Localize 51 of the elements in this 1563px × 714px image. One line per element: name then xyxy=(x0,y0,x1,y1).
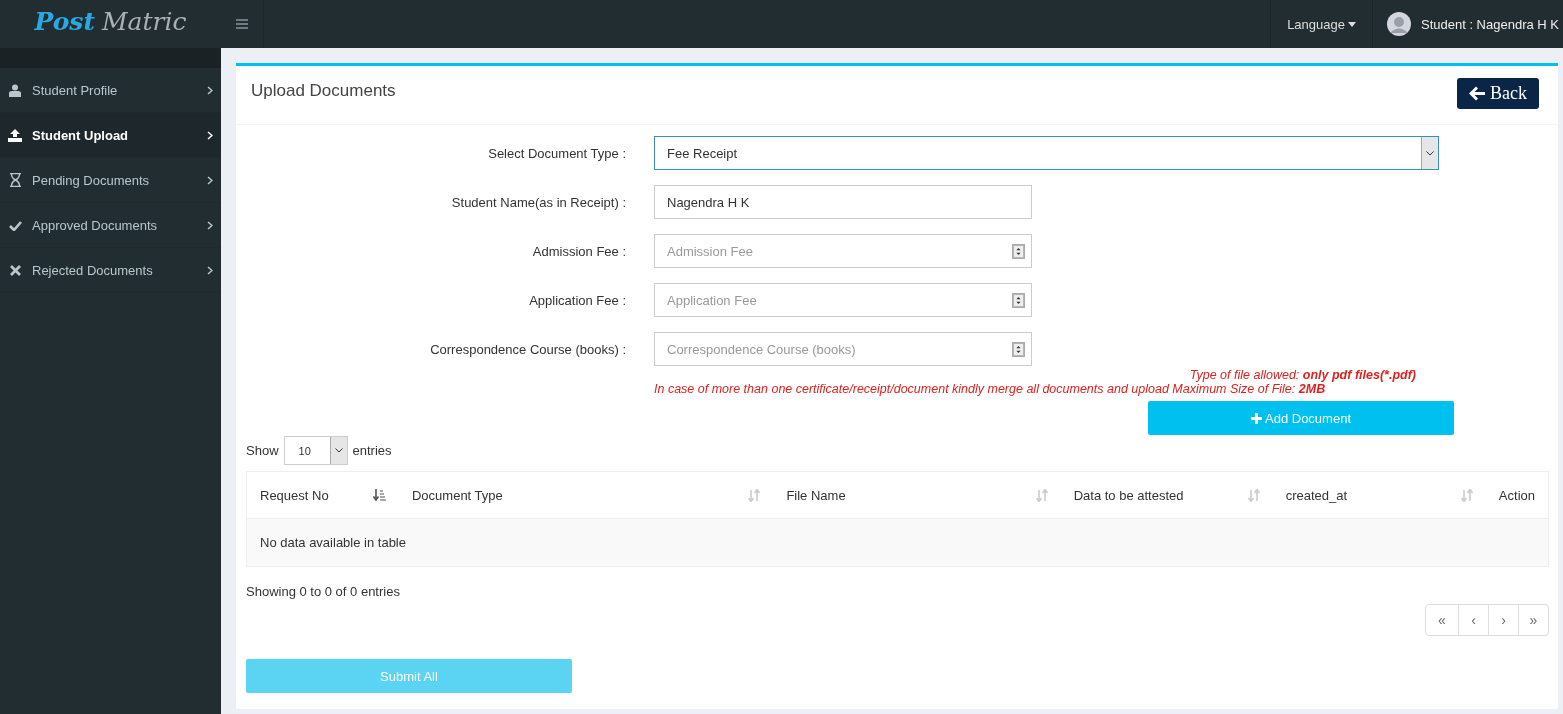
avatar-icon[interactable] xyxy=(1386,12,1411,36)
column-header[interactable]: Data to be attested xyxy=(1060,471,1273,519)
column-header: Action xyxy=(1485,471,1549,519)
sidebar-item[interactable]: Pending Documents xyxy=(0,158,221,203)
plus-icon xyxy=(1251,412,1262,424)
field-label: Application Fee : xyxy=(528,292,626,308)
column-header[interactable]: Request No xyxy=(246,471,399,519)
entries-select[interactable]: 10 xyxy=(283,436,348,465)
logo: Post Matric xyxy=(33,5,188,38)
caret-icon xyxy=(1347,21,1356,27)
sidebar-item[interactable]: Approved Documents xyxy=(0,203,221,248)
field-label: Admission Fee : xyxy=(531,243,626,259)
column-header[interactable]: Document Type xyxy=(398,471,774,519)
sidebar-item[interactable]: Rejected Documents xyxy=(0,248,221,293)
chevron-icon xyxy=(207,265,213,275)
empty-table-message: No data available in table xyxy=(260,535,406,550)
field-label: Correspondence Course (books) : xyxy=(429,341,626,357)
merge-note: In case of more than one certificate/receipt/document kindly merge all documents and upload Maximum Size of File: 2MB xyxy=(654,382,1327,396)
table-info: Showing 0 to 0 of 0 entries xyxy=(246,584,401,599)
user-icon xyxy=(9,83,21,97)
chevron-icon xyxy=(207,220,213,230)
chevron-icon xyxy=(207,85,213,95)
input-field[interactable]: Nagendra H K xyxy=(654,185,1032,219)
pagination-button[interactable]: « xyxy=(1425,604,1459,636)
sidebar-item[interactable]: Student Upload xyxy=(0,113,221,158)
hourglass-icon xyxy=(9,173,21,187)
panel-title: Upload Documents xyxy=(251,81,396,101)
chevron-icon xyxy=(207,175,213,185)
arrow-left-icon xyxy=(1469,86,1485,101)
pagination-button[interactable]: ‹ xyxy=(1458,604,1489,636)
column-header[interactable]: created_at xyxy=(1272,471,1486,519)
spinner-icon[interactable] xyxy=(1012,243,1025,259)
field-label: Select Document Type : xyxy=(487,145,626,161)
spinner-icon[interactable] xyxy=(1012,341,1025,357)
document-type-select[interactable]: Fee Receipt xyxy=(654,136,1439,170)
field-label: Student Name(as in Receipt) : xyxy=(450,194,626,210)
chevron-icon xyxy=(207,130,213,140)
pagination-button[interactable]: › xyxy=(1488,604,1519,636)
back-button[interactable]: Back xyxy=(1457,78,1539,109)
cross-icon xyxy=(9,264,21,276)
spinner-icon[interactable] xyxy=(1012,292,1025,308)
entries-label: entries xyxy=(352,443,392,458)
menu-icon[interactable] xyxy=(236,19,248,29)
column-header[interactable]: File Name xyxy=(773,471,1061,519)
show-label: Show xyxy=(246,443,279,458)
language-dropdown[interactable]: Language xyxy=(1270,0,1373,48)
upload-icon xyxy=(8,128,22,142)
checkmark-icon xyxy=(8,219,22,231)
user-name[interactable]: Student : Nagendra H K xyxy=(1420,16,1559,32)
pagination-button[interactable]: » xyxy=(1518,604,1549,636)
file-type-note: Type of file allowed: only pdf files(*.pdf) xyxy=(1189,368,1416,382)
